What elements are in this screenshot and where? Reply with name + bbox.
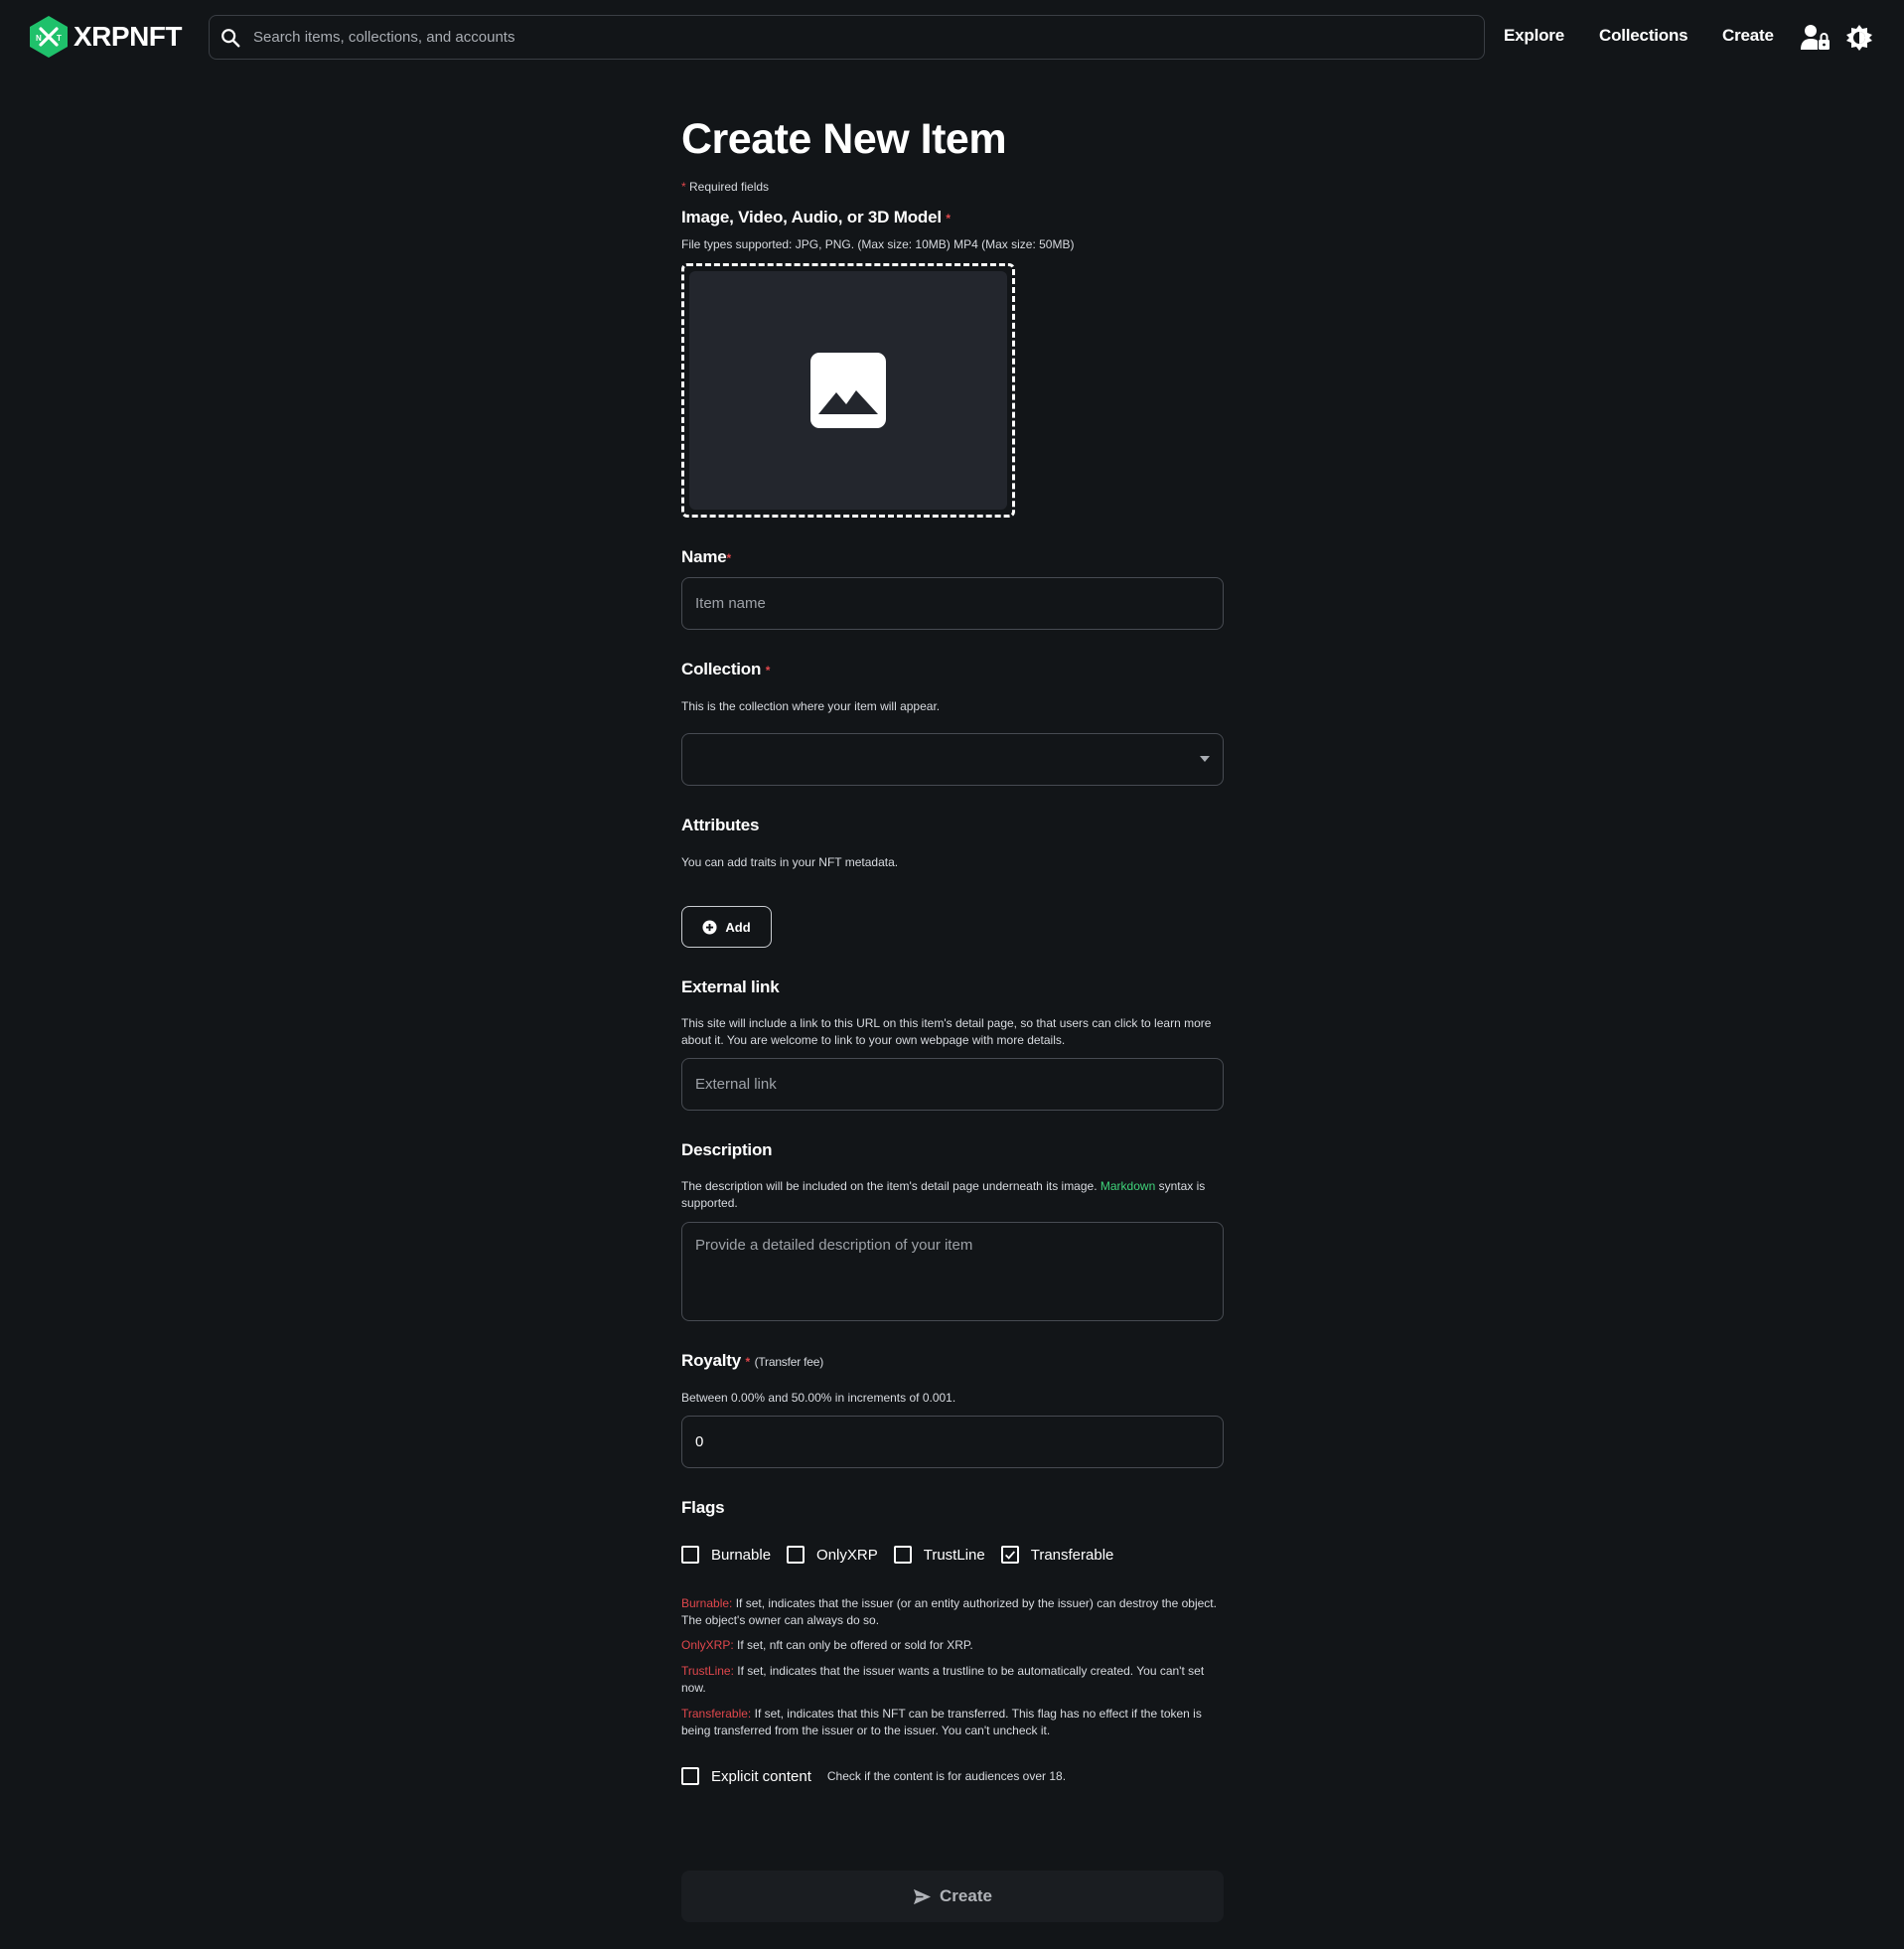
plus-circle-icon (702, 919, 717, 935)
collection-helper: This is the collection where your item w… (681, 699, 941, 713)
site-logo[interactable]: N T XRPNFT (28, 15, 183, 59)
search-bar[interactable] (209, 15, 1485, 60)
external-link-input[interactable] (681, 1058, 1224, 1111)
royalty-helper: Between 0.00% and 50.00% in increments o… (681, 1391, 956, 1405)
svg-text:T: T (57, 34, 62, 43)
required-note-text: Required fields (689, 180, 770, 194)
media-upload-dropzone[interactable] (681, 263, 1015, 518)
flag-label: Burnable (711, 1546, 772, 1564)
description-label: Description (681, 1140, 773, 1159)
onlyxrp-checkbox[interactable] (787, 1546, 806, 1564)
required-star: * (681, 180, 686, 194)
external-link-label: External link (681, 977, 780, 996)
page-title: Create New Item (681, 115, 1007, 163)
collection-select[interactable] (681, 733, 1224, 786)
name-label-text: Name (681, 547, 727, 566)
name-label: Name* (681, 547, 731, 567)
top-navigation-bar: N T XRPNFT Explore Collections Create (0, 0, 1904, 75)
nav-create[interactable]: Create (1722, 26, 1774, 46)
add-attribute-button[interactable]: Add (681, 906, 772, 948)
flag-description-text: If set, indicates that the issuer (or an… (681, 1596, 1217, 1627)
royalty-label: Royalty * (Transfer fee) (681, 1351, 823, 1371)
royalty-input[interactable] (681, 1416, 1224, 1468)
description-helper-text: The description will be included on the … (681, 1179, 1098, 1193)
description-textarea[interactable] (681, 1222, 1224, 1321)
burnable-checkbox[interactable] (681, 1546, 699, 1564)
flag-label: OnlyXRP (816, 1546, 878, 1564)
royalty-label-text: Royalty (681, 1351, 742, 1370)
add-attribute-label: Add (725, 919, 751, 935)
trustline-checkbox[interactable] (893, 1546, 912, 1564)
media-helper: File types supported: JPG, PNG. (Max siz… (681, 237, 1075, 251)
flag-description-text: If set, indicates that this NFT can be t… (681, 1707, 1202, 1737)
flag-label: Transferable (1030, 1546, 1114, 1564)
create-submit-button[interactable]: Create (681, 1871, 1224, 1922)
flag-label: TrustLine (923, 1546, 985, 1564)
xrpnft-logo-icon: N T (30, 16, 68, 58)
collection-label: Collection * (681, 660, 770, 679)
flag-description-name: Burnable: (681, 1596, 733, 1610)
required-fields-note: * Required fields (681, 180, 769, 194)
flag-description-transferable: Transferable: If set, indicates that thi… (681, 1706, 1224, 1739)
royalty-sublabel: (Transfer fee) (754, 1355, 824, 1369)
media-label: Image, Video, Audio, or 3D Model * (681, 208, 951, 227)
search-icon (221, 28, 240, 47)
nav-explore[interactable]: Explore (1504, 26, 1564, 46)
required-star: * (765, 664, 771, 677)
svg-text:N: N (36, 34, 42, 43)
search-input[interactable] (253, 29, 1484, 46)
required-star: * (726, 551, 732, 565)
flag-trustline[interactable]: TrustLine (893, 1546, 985, 1564)
flags-label: Flags (681, 1498, 725, 1517)
send-icon (913, 1888, 932, 1904)
media-label-text: Image, Video, Audio, or 3D Model (681, 208, 942, 226)
checkmark-icon (1004, 1551, 1015, 1560)
flag-description-text: If set, indicates that the issuer wants … (681, 1664, 1205, 1695)
description-helper: The description will be included on the … (681, 1178, 1224, 1212)
flags-checkbox-row: Burnable OnlyXRP TrustLine Transferable (681, 1546, 1129, 1564)
flag-description-onlyxrp: OnlyXRP: If set, nft can only be offered… (681, 1637, 1224, 1654)
create-submit-label: Create (940, 1886, 992, 1905)
attributes-label: Attributes (681, 816, 760, 834)
flag-description-trustline: TrustLine: If set, indicates that the is… (681, 1663, 1224, 1697)
explicit-content-toggle[interactable]: Explicit content (681, 1767, 811, 1785)
chevron-down-icon (1200, 756, 1210, 762)
flag-description-name: Transferable: (681, 1707, 752, 1721)
image-placeholder-icon (810, 353, 886, 428)
attributes-helper: You can add traits in your NFT metadata. (681, 855, 899, 869)
explicit-content-checkbox[interactable] (681, 1767, 699, 1785)
flag-description-burnable: Burnable: If set, indicates that the iss… (681, 1595, 1224, 1629)
account-lock-icon[interactable] (1801, 24, 1831, 52)
item-name-input[interactable] (681, 577, 1224, 630)
collection-label-text: Collection (681, 660, 762, 678)
logo-text: XRPNFT (73, 21, 183, 52)
theme-toggle-icon[interactable] (1846, 25, 1872, 51)
explicit-content-label: Explicit content (711, 1767, 811, 1785)
nav-collections[interactable]: Collections (1599, 26, 1688, 46)
flag-transferable[interactable]: Transferable (1000, 1546, 1114, 1564)
flag-onlyxrp[interactable]: OnlyXRP (787, 1546, 878, 1564)
flag-description-text: If set, nft can only be offered or sold … (737, 1638, 973, 1652)
flag-description-name: OnlyXRP: (681, 1638, 734, 1652)
explicit-content-note: Check if the content is for audiences ov… (826, 1769, 1067, 1783)
explicit-content-row: Explicit content Check if the content is… (681, 1767, 1066, 1785)
external-link-helper: This site will include a link to this UR… (681, 1016, 1212, 1047)
transferable-checkbox[interactable] (1000, 1546, 1019, 1564)
media-upload-area (689, 271, 1007, 510)
markdown-link[interactable]: Markdown (1100, 1179, 1155, 1193)
required-star: * (745, 1355, 751, 1369)
required-star: * (946, 212, 951, 225)
flag-description-name: TrustLine: (681, 1664, 734, 1678)
flag-burnable[interactable]: Burnable (681, 1546, 771, 1564)
